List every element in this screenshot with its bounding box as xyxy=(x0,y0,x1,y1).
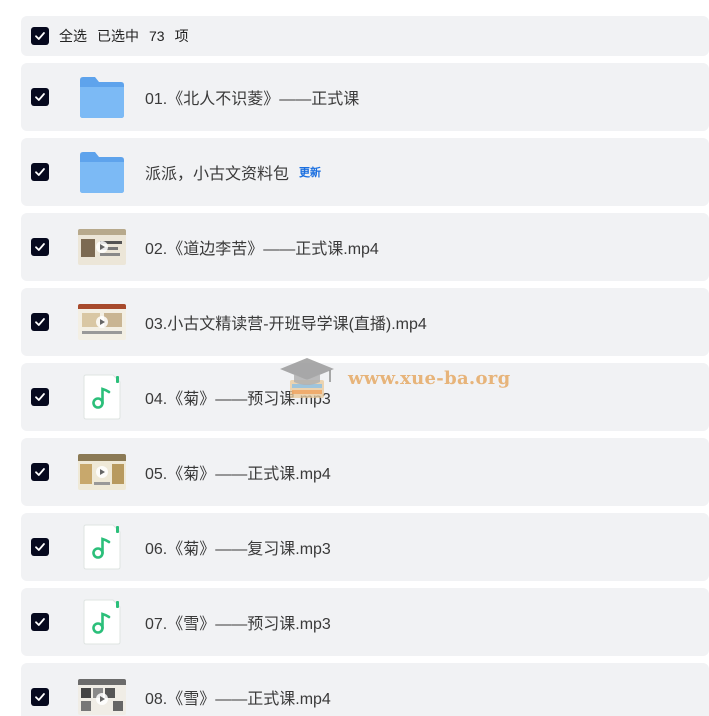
video-thumbnail xyxy=(77,222,127,272)
select-all-bar: 全选 已选中 73 项 xyxy=(21,16,709,56)
list-item[interactable]: 04.《菊》——预习课.mp3 xyxy=(21,363,709,431)
check-icon xyxy=(35,32,45,40)
folder-icon xyxy=(77,72,127,122)
video-thumbnail xyxy=(77,447,127,497)
list-item[interactable]: 派派，小古文资料包 更新 xyxy=(21,138,709,206)
update-badge: 更新 xyxy=(299,167,322,179)
check-icon xyxy=(35,543,45,551)
check-icon xyxy=(35,318,45,326)
item-name: 01.《北人不识菱》——正式课 xyxy=(145,91,360,108)
selection-summary: 全选 已选中 73 项 xyxy=(59,26,189,46)
item-name: 07.《雪》——预习课.mp3 xyxy=(145,616,331,633)
audio-file-icon xyxy=(77,597,127,647)
item-checkbox[interactable] xyxy=(31,388,49,406)
item-name: 06.《菊》——复习课.mp3 xyxy=(145,541,331,558)
item-checkbox[interactable] xyxy=(31,313,49,331)
check-icon xyxy=(35,393,45,401)
list-item[interactable]: 03.小古文精读营-开班导学课(直播).mp4 xyxy=(21,288,709,356)
check-icon xyxy=(35,468,45,476)
video-thumbnail xyxy=(77,297,127,347)
selected-suffix: 项 xyxy=(174,28,189,44)
select-all-checkbox[interactable] xyxy=(31,27,49,45)
check-icon xyxy=(35,168,45,176)
check-icon xyxy=(35,618,45,626)
file-list-page: 全选 已选中 73 项 01.《北人不识菱》——正式课 派派，小古文资料包 更新… xyxy=(0,0,709,716)
item-checkbox[interactable] xyxy=(31,613,49,631)
audio-file-icon xyxy=(77,522,127,572)
list-item[interactable]: 05.《菊》——正式课.mp4 xyxy=(21,438,709,506)
item-checkbox[interactable] xyxy=(31,88,49,106)
video-thumbnail xyxy=(77,672,127,716)
list-item[interactable]: 06.《菊》——复习课.mp3 xyxy=(21,513,709,581)
check-icon xyxy=(35,693,45,701)
check-icon xyxy=(35,243,45,251)
item-name: 08.《雪》——正式课.mp4 xyxy=(145,691,331,708)
item-checkbox[interactable] xyxy=(31,163,49,181)
item-name: 04.《菊》——预习课.mp3 xyxy=(145,391,331,408)
selected-prefix: 已选中 xyxy=(97,28,139,44)
list-item[interactable]: 07.《雪》——预习课.mp3 xyxy=(21,588,709,656)
item-name: 02.《道边李苦》——正式课.mp4 xyxy=(145,241,379,258)
item-name: 05.《菊》——正式课.mp4 xyxy=(145,466,331,483)
check-icon xyxy=(35,93,45,101)
select-all-label[interactable]: 全选 xyxy=(59,26,87,46)
folder-icon xyxy=(77,147,127,197)
item-checkbox[interactable] xyxy=(31,463,49,481)
item-name: 派派，小古文资料包 xyxy=(145,166,290,183)
item-checkbox[interactable] xyxy=(31,238,49,256)
list-item[interactable]: 01.《北人不识菱》——正式课 xyxy=(21,63,709,131)
item-checkbox[interactable] xyxy=(31,688,49,706)
list-item[interactable]: 08.《雪》——正式课.mp4 xyxy=(21,663,709,716)
audio-file-icon xyxy=(77,372,127,422)
item-name: 03.小古文精读营-开班导学课(直播).mp4 xyxy=(145,316,427,333)
item-checkbox[interactable] xyxy=(31,538,49,556)
list-item[interactable]: 02.《道边李苦》——正式课.mp4 xyxy=(21,213,709,281)
selected-count: 73 xyxy=(149,28,165,44)
